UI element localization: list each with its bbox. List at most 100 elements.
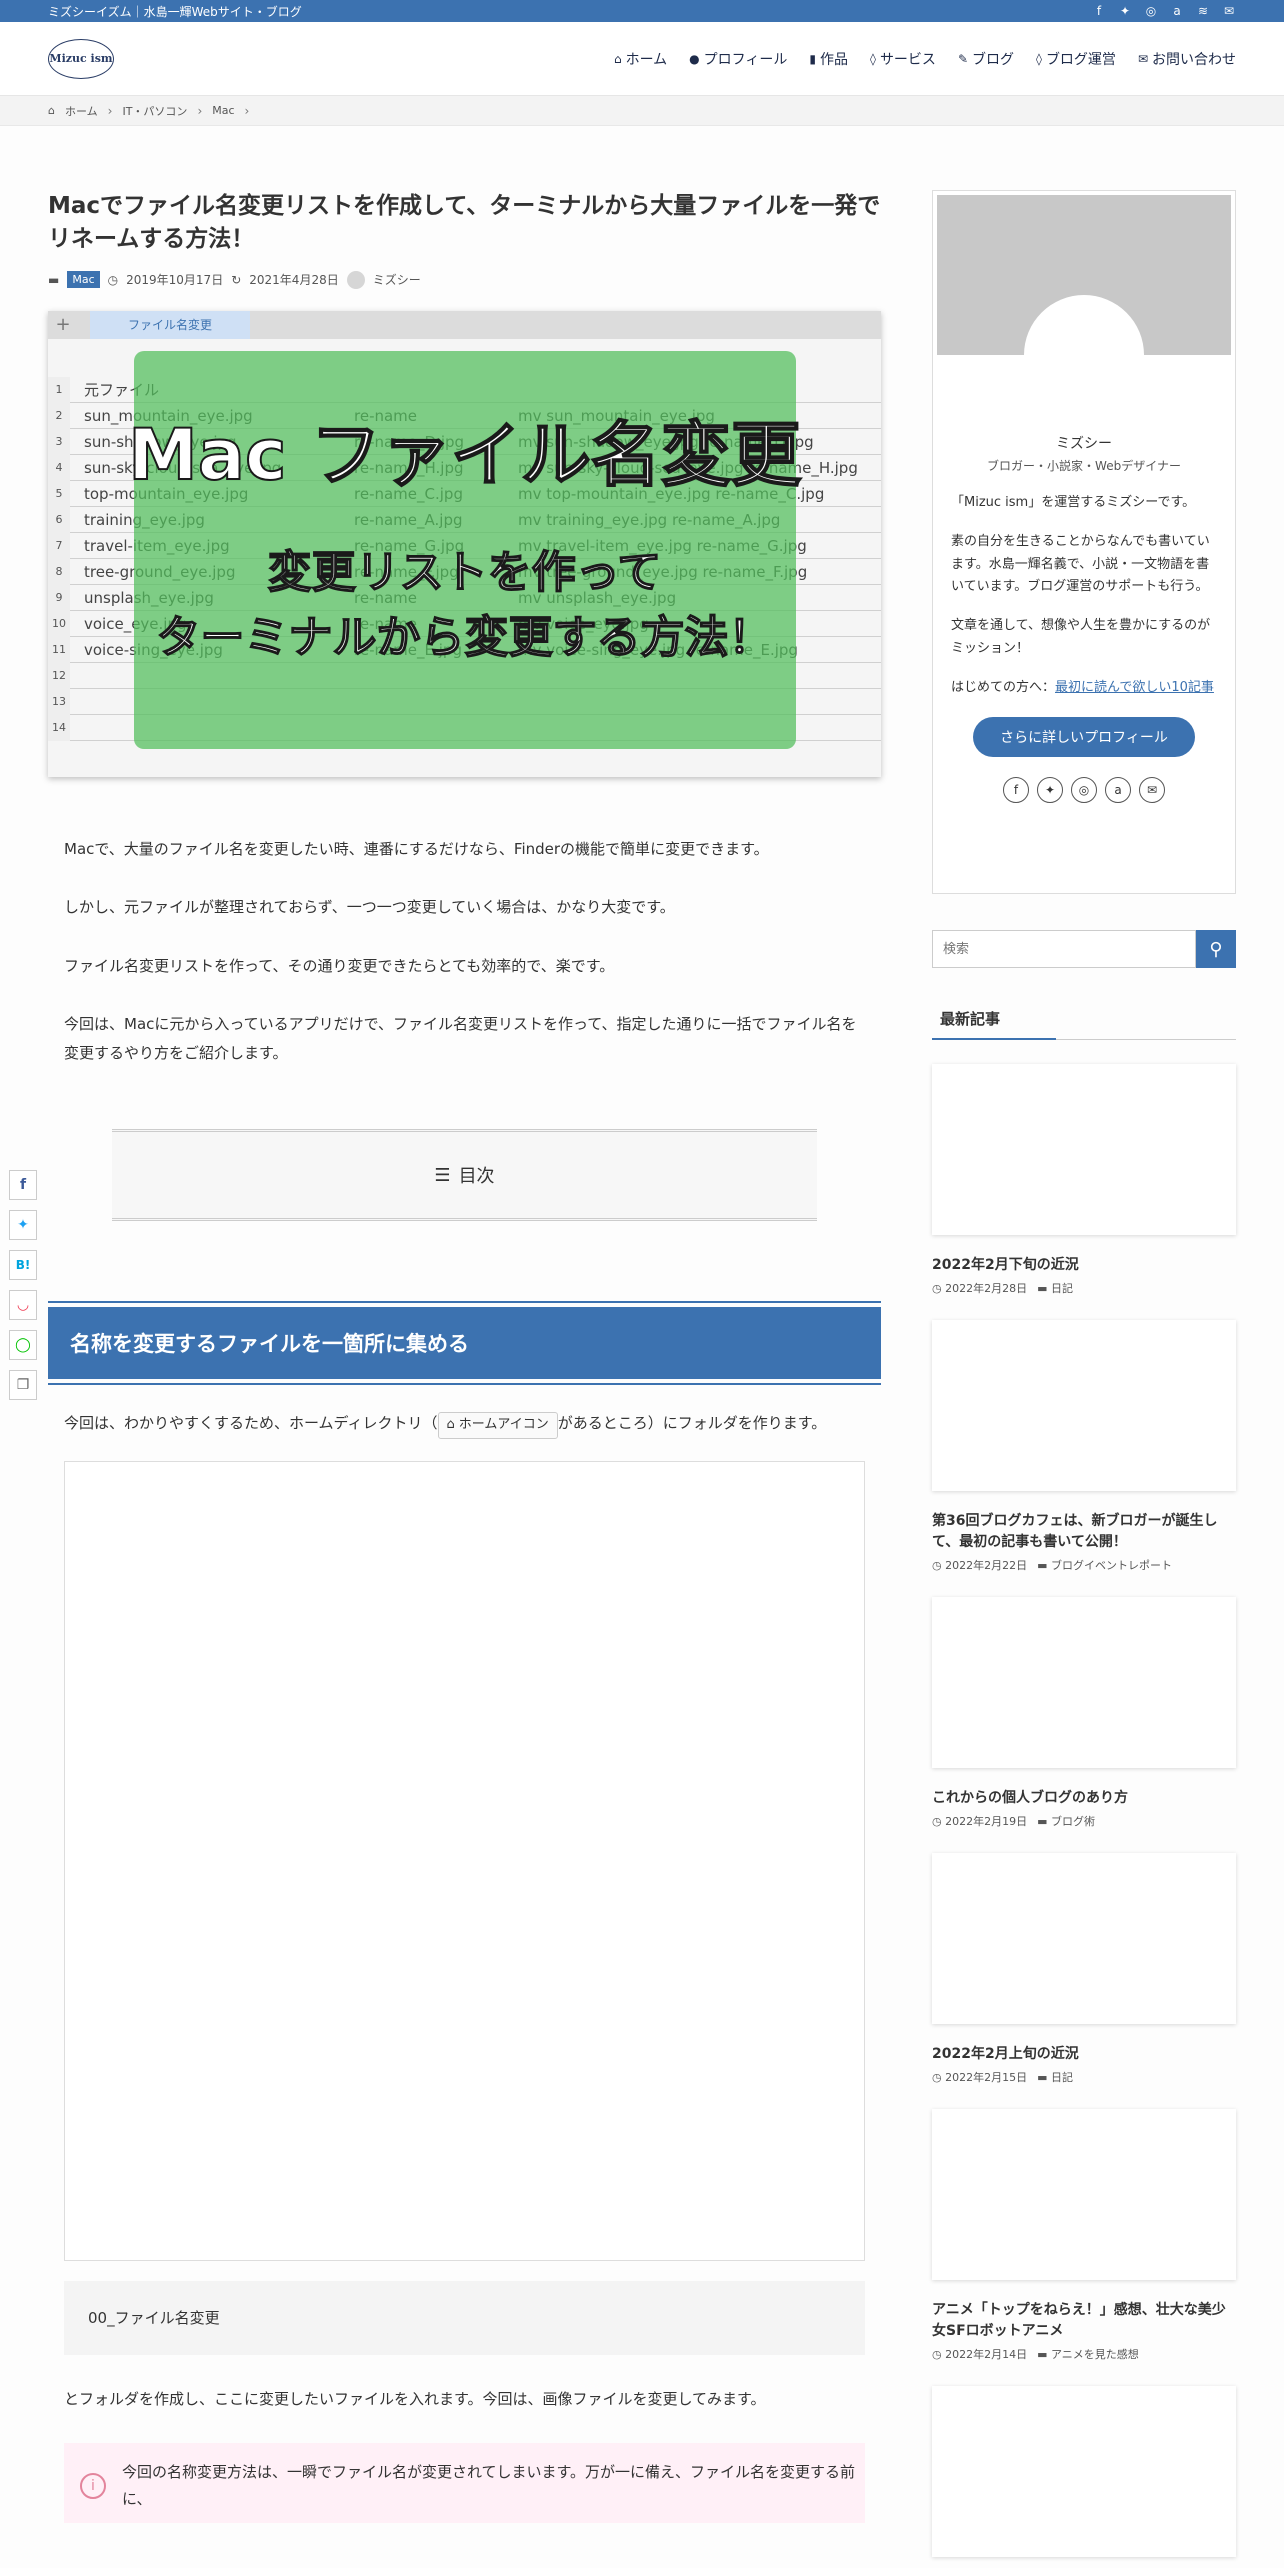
- recent-post[interactable]: アニメ「トップをねらえ！」感想、壮大な美少女SFロボットアニメ ◷ 2022年2…: [932, 2109, 1236, 2362]
- search-button[interactable]: ⚲: [1196, 930, 1236, 968]
- recent-post[interactable]: 2022年2月上旬の近況 ◷ 2022年2月15日 ▬ 日記: [932, 1853, 1236, 2085]
- user-icon: ●: [689, 51, 700, 66]
- pen-icon: ✎: [957, 51, 968, 66]
- hatena-share-button[interactable]: B!: [9, 1250, 37, 1280]
- hero-subtitle-2: ターミナルから変更する方法！: [156, 611, 774, 664]
- recent-post-title: 第36回ブログカフェは、新ブロガーが誕生して、最初の記事も書いて公開！: [932, 1513, 1218, 1550]
- amazon-icon[interactable]: a: [1105, 777, 1131, 804]
- pin-icon: ◊: [870, 51, 876, 66]
- nav-item-blog[interactable]: ✎ ブログ: [958, 49, 1014, 69]
- nav-item-home[interactable]: ⌂ ホーム: [614, 49, 667, 69]
- clock-icon: ◷ 2022年2月15日: [932, 2071, 1028, 2084]
- line-share-button[interactable]: ◯: [9, 1330, 37, 1360]
- post-title: Macでファイル名変更リストを作成して、ターミナルから大量ファイルを一発でリネー…: [48, 193, 881, 253]
- first-articles-link[interactable]: 最初に読んで欲しい10記事: [1055, 680, 1214, 695]
- sheet-cell: 14: [48, 714, 70, 741]
- recent-post-title: アニメ「トップをねらえ！」感想、壮大な美少女SFロボットアニメ: [932, 2302, 1226, 2339]
- twitter-icon: ✦: [17, 1217, 29, 1233]
- hero-image: + ファイル名変更 1元ファイル2sun_mountain_eye.jpgre-…: [48, 310, 881, 777]
- mail-icon[interactable]: ✉: [1139, 777, 1165, 804]
- recent-post[interactable]: 2022年2月下旬の近況 ◷ 2022年2月28日 ▬ 日記: [932, 1064, 1236, 1296]
- folder-icon: ▬ ブログイベントレポート: [1037, 1559, 1172, 1572]
- home-icon: ⌂: [446, 1417, 455, 1433]
- site-logo[interactable]: Mizuc ism: [48, 38, 114, 79]
- nav-item-blog-management[interactable]: ◊ ブログ運営: [1036, 49, 1116, 69]
- share-buttons: f ✦ B! ◡ ◯ ❐: [9, 1170, 37, 1400]
- home-icon: ⌂: [48, 104, 55, 117]
- mail-icon[interactable]: ✉: [1222, 4, 1236, 18]
- paragraph: とフォルダを作成し、ここに変更したいファイルを入れます。今回は、画像ファイルを変…: [64, 2389, 766, 2408]
- pin-icon: ◊: [1036, 51, 1042, 66]
- breadcrumb-mac[interactable]: Mac: [212, 104, 234, 117]
- folder-icon: ▬ アニメを見た感想: [1037, 2348, 1139, 2361]
- breadcrumb-it[interactable]: IT・パソコン: [122, 103, 187, 119]
- post-thumbnail: [932, 1064, 1236, 1235]
- amazon-icon[interactable]: a: [1170, 4, 1184, 18]
- folder-icon: ▬ 日記: [1037, 2071, 1073, 2084]
- folder-icon: ▬: [48, 272, 60, 287]
- plus-icon: +: [55, 314, 71, 336]
- hero-title: Mac ファイル名変更: [127, 413, 802, 497]
- nav-item-service[interactable]: ◊ サービス: [870, 49, 936, 69]
- more-profile-button[interactable]: さらに詳しいプロフィール: [973, 717, 1195, 758]
- clock-icon: ◷: [107, 272, 119, 287]
- line-icon: ◯: [15, 1337, 31, 1353]
- recent-post-title: 2022年2月上旬の近況: [932, 2046, 1079, 2062]
- folder-icon: ▬ ブログ術: [1037, 1815, 1095, 1828]
- recent-post-title: これからの個人ブログのあり方: [932, 1790, 1128, 1806]
- alert-box: i 今回の名称変更方法は、一瞬でファイル名が変更されてしまいます。万が一に備え、…: [64, 2443, 865, 2524]
- twitter-icon[interactable]: ✦: [1037, 777, 1063, 804]
- chevron-right-icon: ›: [244, 103, 250, 118]
- facebook-icon[interactable]: f: [1003, 777, 1029, 804]
- folder-icon: ▬ 日記: [1037, 1282, 1073, 1295]
- sheet-cell: 13: [48, 688, 70, 715]
- nav-item-profile[interactable]: ● プロフィール: [689, 49, 787, 69]
- recent-post[interactable]: 第36回ブログカフェは、新ブロガーが誕生して、最初の記事も書いて公開！ ◷ 20…: [932, 1320, 1236, 1573]
- list-icon: ☰: [434, 1164, 451, 1186]
- twitter-icon[interactable]: ✦: [1118, 4, 1132, 18]
- paragraph: しかし、元ファイルが整理されておらず、一つ一つ変更していく場合は、かなり大変です…: [64, 898, 675, 917]
- info-icon: i: [80, 2473, 106, 2500]
- rss-icon[interactable]: ≋: [1196, 4, 1210, 18]
- post-thumbnail: [932, 2386, 1236, 2557]
- sheet-tab: ファイル名変更: [90, 310, 250, 339]
- category-badge[interactable]: Mac: [67, 271, 100, 289]
- recent-post[interactable]: これからの個人ブログのあり方 ◷ 2022年2月19日 ▬ ブログ術: [932, 1597, 1236, 1829]
- search-input[interactable]: [932, 930, 1196, 968]
- table-of-contents[interactable]: ☰ 目次: [112, 1129, 817, 1222]
- copy-link-button[interactable]: ❐: [9, 1370, 37, 1400]
- nav-item-works[interactable]: ▮ 作品: [809, 49, 848, 69]
- recent-post-title: 2022年2月下旬の近況: [932, 1257, 1079, 1273]
- post-body: Macで、大量のファイル名を変更したい時、連番にするだけなら、Finderの機能…: [48, 835, 881, 1222]
- author-avatar: [346, 270, 365, 289]
- sidebar: ミズシー ブロガー・小説家・Webデザイナー 「Mizuc ism」を運営するミ…: [932, 190, 1236, 2557]
- clock-icon: ◷ 2022年2月14日: [932, 2348, 1028, 2361]
- facebook-share-button[interactable]: f: [9, 1170, 37, 1200]
- post-thumbnail: [932, 2109, 1236, 2280]
- sheet-tab-bar: + ファイル名変更: [48, 310, 881, 339]
- nav-item-contact[interactable]: ✉ お問い合わせ: [1138, 49, 1236, 69]
- post-thumbnail: [932, 1853, 1236, 2024]
- twitter-share-button[interactable]: ✦: [9, 1210, 37, 1240]
- hero-subtitle-1: 変更リストを作って: [267, 546, 662, 599]
- author-name[interactable]: ミズシー: [373, 271, 421, 288]
- recent-post[interactable]: [932, 2386, 1236, 2557]
- post-thumbnail: [932, 1320, 1236, 1491]
- pocket-icon: ◡: [17, 1297, 29, 1313]
- post-body-2: 今回は、わかりやすくするため、ホームディレクトリ（ ⌂ ホームアイコン があるところ）…: [48, 1409, 881, 2524]
- screenshot-placeholder: [64, 1460, 865, 2261]
- clock-icon: ◷ 2022年2月22日: [932, 1559, 1028, 1572]
- profile-social-icons: f ✦ ◎ a ✉: [937, 777, 1231, 804]
- book-icon: ▮: [809, 51, 816, 66]
- facebook-icon[interactable]: f: [1092, 4, 1106, 18]
- instagram-icon[interactable]: ◎: [1144, 4, 1158, 18]
- top-bar: ミズシーイズム｜水島一輝Webサイト・ブログ f ✦ ◎ a ≋ ✉: [0, 0, 1284, 22]
- recent-posts-title: 最新記事: [932, 1008, 1236, 1040]
- pocket-share-button[interactable]: ◡: [9, 1290, 37, 1320]
- home-icon-label: ⌂ ホームアイコン: [437, 1412, 558, 1439]
- alert-text: 今回の名称変更方法は、一瞬でファイル名が変更されてしまいます。万が一に備え、ファ…: [122, 2463, 856, 2509]
- post-meta: ▬ Mac ◷ 2019年10月17日 ↻ 2021年4月28日 ミズシー: [48, 270, 881, 289]
- instagram-icon[interactable]: ◎: [1071, 777, 1097, 804]
- breadcrumb-home[interactable]: ホーム: [65, 103, 98, 119]
- profile-name: ミズシー: [1056, 436, 1112, 452]
